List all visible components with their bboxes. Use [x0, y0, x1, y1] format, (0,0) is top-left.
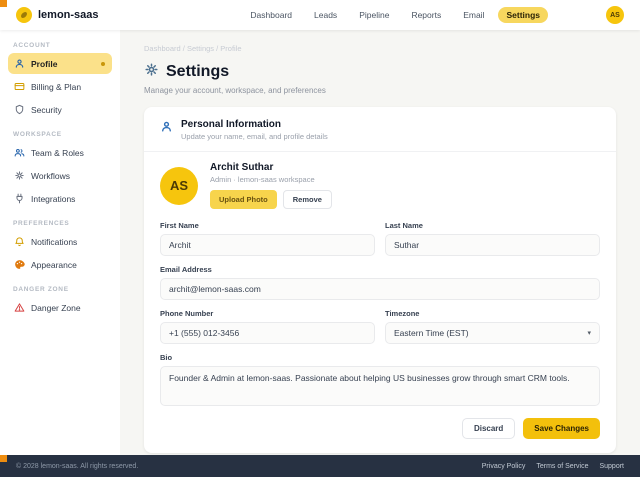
lemon-icon — [16, 7, 32, 23]
corner-marker-top — [0, 0, 7, 7]
sidebar-section-preferences: PREFERENCES — [13, 220, 107, 227]
sidebar-item-label: Security — [31, 105, 62, 115]
sidebar-item-label: Billing & Plan — [31, 82, 81, 92]
card-subtitle: Update your name, email, and profile det… — [181, 132, 328, 141]
sidebar-item-security[interactable]: Security — [8, 99, 112, 120]
profile-role: Admin · lemon-saas workspace — [210, 175, 332, 184]
sidebar-item-label: Workflows — [31, 171, 70, 181]
bio-textarea[interactable]: Founder & Admin at lemon-saas. Passionat… — [160, 366, 600, 406]
plug-icon — [14, 193, 25, 204]
phone-label: Phone Number — [160, 309, 375, 318]
sidebar-item-workflows[interactable]: Workflows — [8, 165, 112, 186]
sidebar-item-billing[interactable]: Billing & Plan — [8, 76, 112, 97]
page-title-row: Settings — [144, 62, 616, 82]
sidebar-item-notifications[interactable]: Notifications — [8, 231, 112, 252]
brand-name: lemon-saas — [38, 9, 99, 21]
people-icon — [14, 147, 25, 158]
sidebar-item-integrations[interactable]: Integrations — [8, 188, 112, 209]
bio-field-group: Bio Founder & Admin at lemon-saas. Passi… — [160, 353, 600, 406]
credit-card-icon — [14, 81, 25, 92]
footer-link-privacy[interactable]: Privacy Policy — [482, 463, 526, 470]
copyright-text: © 2028 lemon-saas. All rights reserved. — [16, 463, 138, 470]
sidebar-item-label: Appearance — [31, 260, 77, 270]
warning-icon — [14, 302, 25, 313]
sidebar-item-label: Danger Zone — [31, 303, 81, 313]
discard-button[interactable]: Discard — [462, 418, 515, 439]
first-name-input[interactable] — [160, 234, 375, 256]
page-body: ACCOUNT Profile Billing & Plan Security — [0, 30, 640, 455]
user-icon — [14, 58, 25, 69]
page-subtitle: Manage your account, workspace, and pref… — [144, 86, 616, 95]
nav-dashboard[interactable]: Dashboard — [242, 7, 300, 23]
sidebar-item-label: Team & Roles — [31, 148, 84, 158]
shield-icon — [14, 104, 25, 115]
nav-settings[interactable]: Settings — [498, 7, 548, 23]
sidebar-item-profile[interactable]: Profile — [8, 53, 112, 74]
timezone-field-group: Timezone Eastern Time (EST) ▾ — [385, 309, 600, 344]
timezone-value: Eastern Time (EST) — [394, 328, 469, 338]
first-name-label: First Name — [160, 221, 375, 230]
user-icon — [160, 119, 173, 141]
timezone-select[interactable]: Eastern Time (EST) ▾ — [385, 322, 600, 344]
phone-input[interactable] — [160, 322, 375, 344]
save-changes-button[interactable]: Save Changes — [523, 418, 600, 439]
profile-summary: AS Archit Suthar Admin · lemon-saas work… — [160, 162, 600, 209]
divider — [144, 151, 616, 152]
sidebar-item-danger-zone[interactable]: Danger Zone — [8, 297, 112, 318]
email-label: Email Address — [160, 265, 600, 274]
main-content: Dashboard / Settings / Profile Settings … — [120, 30, 640, 455]
sidebar-section-account: ACCOUNT — [13, 42, 107, 49]
sidebar-item-label: Notifications — [31, 237, 77, 247]
footer-link-terms[interactable]: Terms of Service — [536, 463, 588, 470]
active-dot — [101, 62, 105, 66]
profile-form: First Name Last Name Email Address Phone… — [160, 221, 600, 406]
sidebar-item-team-roles[interactable]: Team & Roles — [8, 142, 112, 163]
breadcrumb: Dashboard / Settings / Profile — [144, 44, 616, 53]
sidebar-item-label: Profile — [31, 59, 57, 69]
sidebar: ACCOUNT Profile Billing & Plan Security — [0, 30, 120, 455]
profile-name: Archit Suthar — [210, 162, 332, 173]
personal-information-card: Personal Information Update your name, e… — [144, 107, 616, 453]
bell-icon — [14, 236, 25, 247]
corner-marker-bottom — [0, 455, 7, 462]
card-header: Personal Information Update your name, e… — [160, 119, 600, 141]
page-footer: © 2028 lemon-saas. All rights reserved. … — [0, 455, 640, 477]
sidebar-section-workspace: WORKSPACE — [13, 131, 107, 138]
email-field[interactable] — [160, 278, 600, 300]
gear-icon — [144, 62, 159, 82]
last-name-input[interactable] — [385, 234, 600, 256]
sidebar-item-label: Integrations — [31, 194, 75, 204]
last-name-field-group: Last Name — [385, 221, 600, 256]
nav-reports[interactable]: Reports — [403, 7, 449, 23]
chevron-down-icon: ▾ — [587, 329, 591, 337]
phone-field-group: Phone Number — [160, 309, 375, 344]
footer-links: Privacy Policy Terms of Service Support — [482, 463, 624, 470]
brand[interactable]: lemon-saas — [16, 7, 99, 23]
first-name-field-group: First Name — [160, 221, 375, 256]
sidebar-item-appearance[interactable]: Appearance — [8, 254, 112, 275]
palette-icon — [14, 259, 25, 270]
card-title: Personal Information — [181, 119, 328, 130]
nav-pipeline[interactable]: Pipeline — [351, 7, 397, 23]
nav-email[interactable]: Email — [455, 7, 492, 23]
main-nav: Dashboard Leads Pipeline Reports Email S… — [242, 7, 548, 23]
nav-leads[interactable]: Leads — [306, 7, 345, 23]
profile-avatar: AS — [160, 167, 198, 205]
remove-photo-button[interactable]: Remove — [283, 190, 332, 209]
profile-buttons: Upload Photo Remove — [210, 190, 332, 209]
last-name-label: Last Name — [385, 221, 600, 230]
sidebar-section-danger: DANGER ZONE — [13, 286, 107, 293]
card-actions: Discard Save Changes — [160, 418, 600, 439]
topbar: lemon-saas Dashboard Leads Pipeline Repo… — [0, 0, 640, 30]
email-field-group: Email Address — [160, 265, 600, 300]
user-avatar[interactable]: AS — [606, 6, 624, 24]
upload-photo-button[interactable]: Upload Photo — [210, 190, 277, 209]
app-root: lemon-saas Dashboard Leads Pipeline Repo… — [0, 0, 640, 477]
footer-link-support[interactable]: Support — [599, 463, 624, 470]
page-title: Settings — [166, 63, 229, 81]
gear-icon — [14, 170, 25, 181]
bio-label: Bio — [160, 353, 600, 362]
timezone-label: Timezone — [385, 309, 600, 318]
